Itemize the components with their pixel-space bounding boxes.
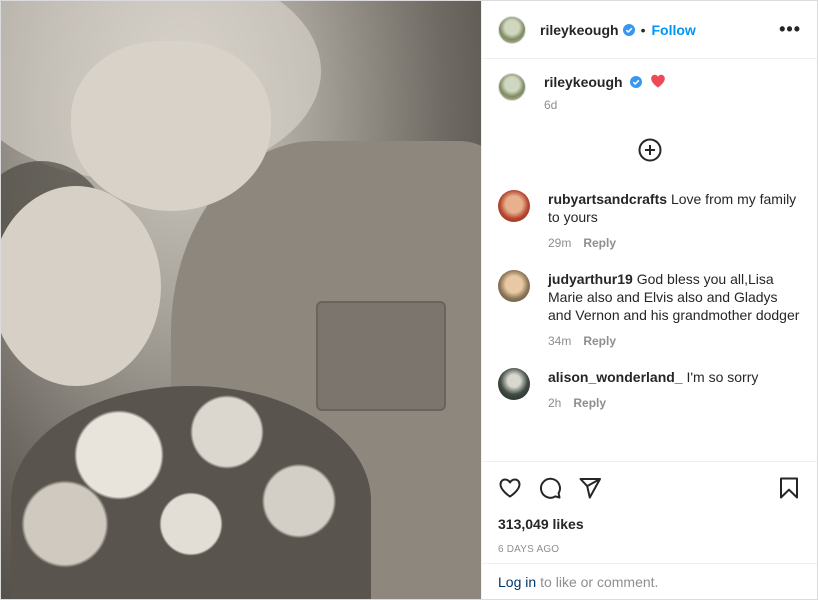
comment-time[interactable]: 29m: [548, 236, 571, 250]
comment-meta: 34m Reply: [548, 332, 801, 350]
reply-button[interactable]: Reply: [583, 334, 616, 348]
share-icon[interactable]: [578, 476, 602, 500]
login-prompt-text: to like or comment.: [540, 573, 659, 590]
load-more-row: [498, 138, 801, 162]
instagram-post: rileykeough • Follow ••• rileykeough 6d …: [0, 0, 818, 600]
commenter-username[interactable]: alison_wonderland_: [548, 369, 683, 385]
reply-button[interactable]: Reply: [583, 236, 616, 250]
post-sidebar: rileykeough • Follow ••• rileykeough 6d …: [481, 1, 817, 599]
commenter-avatar[interactable]: [498, 368, 530, 400]
commenter-avatar[interactable]: [498, 270, 530, 302]
photo-shape-pocket: [316, 301, 446, 411]
commenter-username[interactable]: judyarthur19: [548, 271, 633, 287]
caption-body: rileykeough 6d: [544, 73, 666, 112]
comment-meta: 2h Reply: [548, 394, 758, 412]
action-icons: [498, 474, 801, 502]
author-avatar[interactable]: [498, 15, 526, 44]
follow-button[interactable]: Follow: [652, 22, 696, 38]
comment-item: alison_wonderland_ I'm so sorry 2h Reply: [498, 368, 801, 412]
caption-username[interactable]: rileykeough: [544, 74, 623, 90]
header-separator: •: [640, 21, 646, 38]
comment-body: judyarthur19 God bless you all,Lisa Mari…: [548, 270, 801, 350]
comment-body: rubyartsandcrafts Love from my family to…: [548, 190, 801, 252]
commenter-username[interactable]: rubyartsandcrafts: [548, 191, 667, 207]
verified-badge-icon: [622, 23, 635, 36]
comment-icon[interactable]: [538, 476, 562, 500]
comment-body: alison_wonderland_ I'm so sorry 2h Reply: [548, 368, 758, 412]
more-options-icon[interactable]: •••: [779, 19, 801, 40]
likes-count[interactable]: 313,049 likes: [498, 516, 801, 532]
like-icon[interactable]: [498, 476, 522, 500]
caption-avatar[interactable]: [498, 73, 526, 101]
save-icon[interactable]: [777, 476, 801, 500]
comments-section: rileykeough 6d rubyartsandcrafts Love fr…: [482, 59, 817, 461]
comment-text: I'm so sorry: [686, 369, 759, 385]
post-date[interactable]: 6 DAYS AGO: [498, 544, 801, 555]
reply-button[interactable]: Reply: [573, 396, 606, 410]
red-heart-emoji: [651, 74, 666, 88]
author-username[interactable]: rileykeough: [540, 22, 619, 38]
comment-meta: 29m Reply: [548, 234, 801, 252]
post-header: rileykeough • Follow •••: [482, 1, 817, 59]
post-photo[interactable]: [1, 1, 481, 599]
caption: rileykeough 6d: [498, 73, 801, 112]
photo-shape-woman-face: [71, 41, 271, 211]
caption-meta: 6d: [544, 98, 666, 112]
photo-shape-flowers: [11, 386, 371, 599]
login-bar: Log in to like or comment.: [482, 563, 817, 599]
commenter-avatar[interactable]: [498, 190, 530, 222]
photo-shape-child-face: [1, 186, 161, 386]
comment-time[interactable]: 2h: [548, 396, 561, 410]
load-more-comments-icon[interactable]: [638, 138, 662, 162]
login-link[interactable]: Log in: [498, 574, 536, 590]
comment-time[interactable]: 34m: [548, 334, 571, 348]
verified-badge-icon: [630, 76, 643, 88]
comment-item: rubyartsandcrafts Love from my family to…: [498, 190, 801, 252]
caption-time[interactable]: 6d: [544, 98, 557, 112]
comment-item: judyarthur19 God bless you all,Lisa Mari…: [498, 270, 801, 350]
